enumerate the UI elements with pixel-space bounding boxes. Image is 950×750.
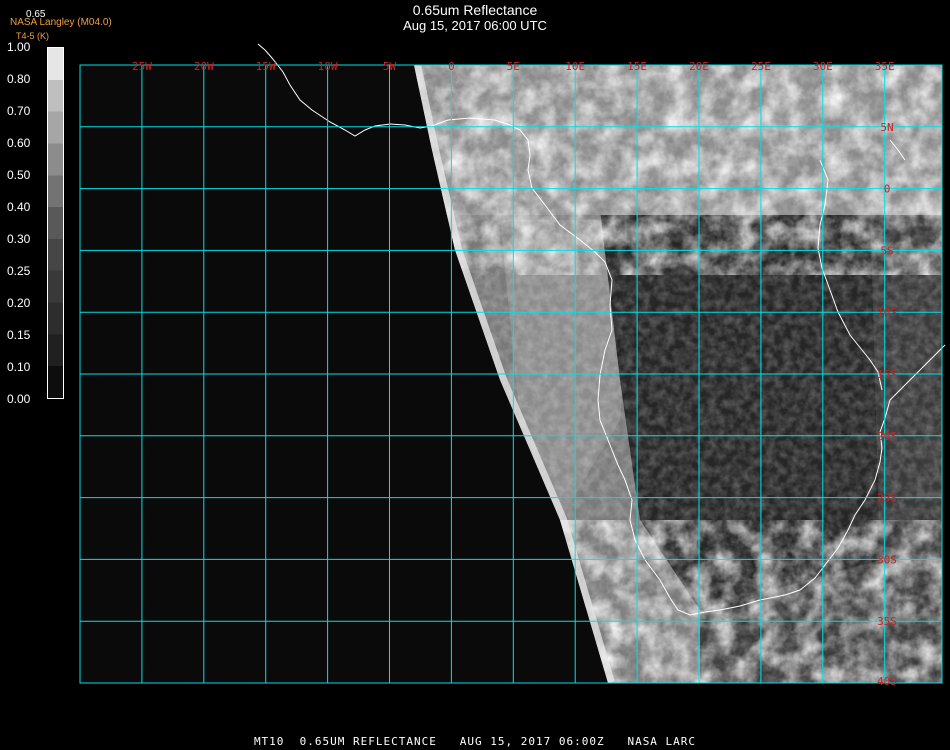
longitude-label: 20E xyxy=(689,60,709,73)
latitude-label: 5S xyxy=(880,244,893,257)
longitude-label: 35E xyxy=(875,60,895,73)
longitude-label: 0 xyxy=(448,60,455,73)
longitude-label: 5E xyxy=(507,60,520,73)
longitude-label: 5W xyxy=(383,60,397,73)
colorbar-tick-label: 0.15 xyxy=(7,328,31,342)
colorbar-tick-label: 0.00 xyxy=(7,392,31,406)
latitude-label: 5N xyxy=(880,121,893,134)
latitude-label: 10S xyxy=(877,306,897,319)
image-datetime: Aug 15, 2017 06:00 UTC xyxy=(403,18,547,33)
credit-label: NASA Langley (M04.0) xyxy=(10,17,112,28)
longitude-label: 10W xyxy=(318,60,338,73)
colorbar-tick-label: 0.25 xyxy=(7,264,31,278)
latitude-label: 25S xyxy=(877,492,897,505)
longitude-label: 25W xyxy=(132,60,152,73)
colorbar-tick-label: 1.00 xyxy=(7,40,31,54)
longitude-label: 20W xyxy=(194,60,214,73)
latitude-label: 35S xyxy=(877,615,897,628)
latitude-label: 30S xyxy=(877,553,897,566)
longitude-label: 10E xyxy=(565,60,585,73)
colorbar-tick-label: 0.20 xyxy=(7,296,31,310)
latitude-label: 0 xyxy=(884,183,891,196)
latitude-label: 40S xyxy=(877,675,897,688)
colorbar-tick-label: 0.50 xyxy=(7,168,31,182)
colorbar-tick-label: 0.70 xyxy=(7,104,31,118)
product-title: 0.65um Reflectance xyxy=(412,2,538,18)
colorbar xyxy=(47,47,64,399)
colorbar-tick-label: 0.40 xyxy=(7,200,31,214)
footer-caption: MT10 0.65UM REFLECTANCE AUG 15, 2017 06:… xyxy=(253,735,697,748)
satellite-image-viewer: 25W 20W 15W 10W 5W 0 5E 10E 15E 20E 25E 30E 35E 5N 0 5S… xyxy=(0,0,950,750)
longitude-label: 25E xyxy=(751,60,771,73)
longitude-label: 15E xyxy=(627,60,647,73)
longitude-label: 30E xyxy=(813,60,833,73)
colorbar-tick-label: 0.60 xyxy=(7,136,31,150)
map-canvas: 25W 20W 15W 10W 5W 0 5E 10E 15E 20E 25E 30E 35E 5N 0 5S… xyxy=(79,43,946,688)
longitude-label: 15W xyxy=(256,60,276,73)
colorbar-tick-label: 0.80 xyxy=(7,72,31,86)
colorbar-tick-label: 0.30 xyxy=(7,232,31,246)
latitude-label: 20S xyxy=(877,430,897,443)
latitude-label: 15S xyxy=(877,368,897,381)
colorbar-tick-label: 0.10 xyxy=(7,360,31,374)
